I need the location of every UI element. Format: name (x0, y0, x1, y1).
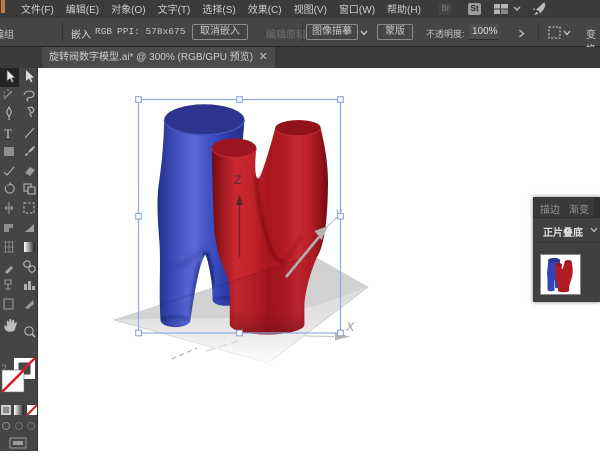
svg-text:Z: Z (234, 173, 241, 187)
svg-text:X: X (345, 320, 355, 334)
svg-text:T: T (4, 126, 12, 141)
